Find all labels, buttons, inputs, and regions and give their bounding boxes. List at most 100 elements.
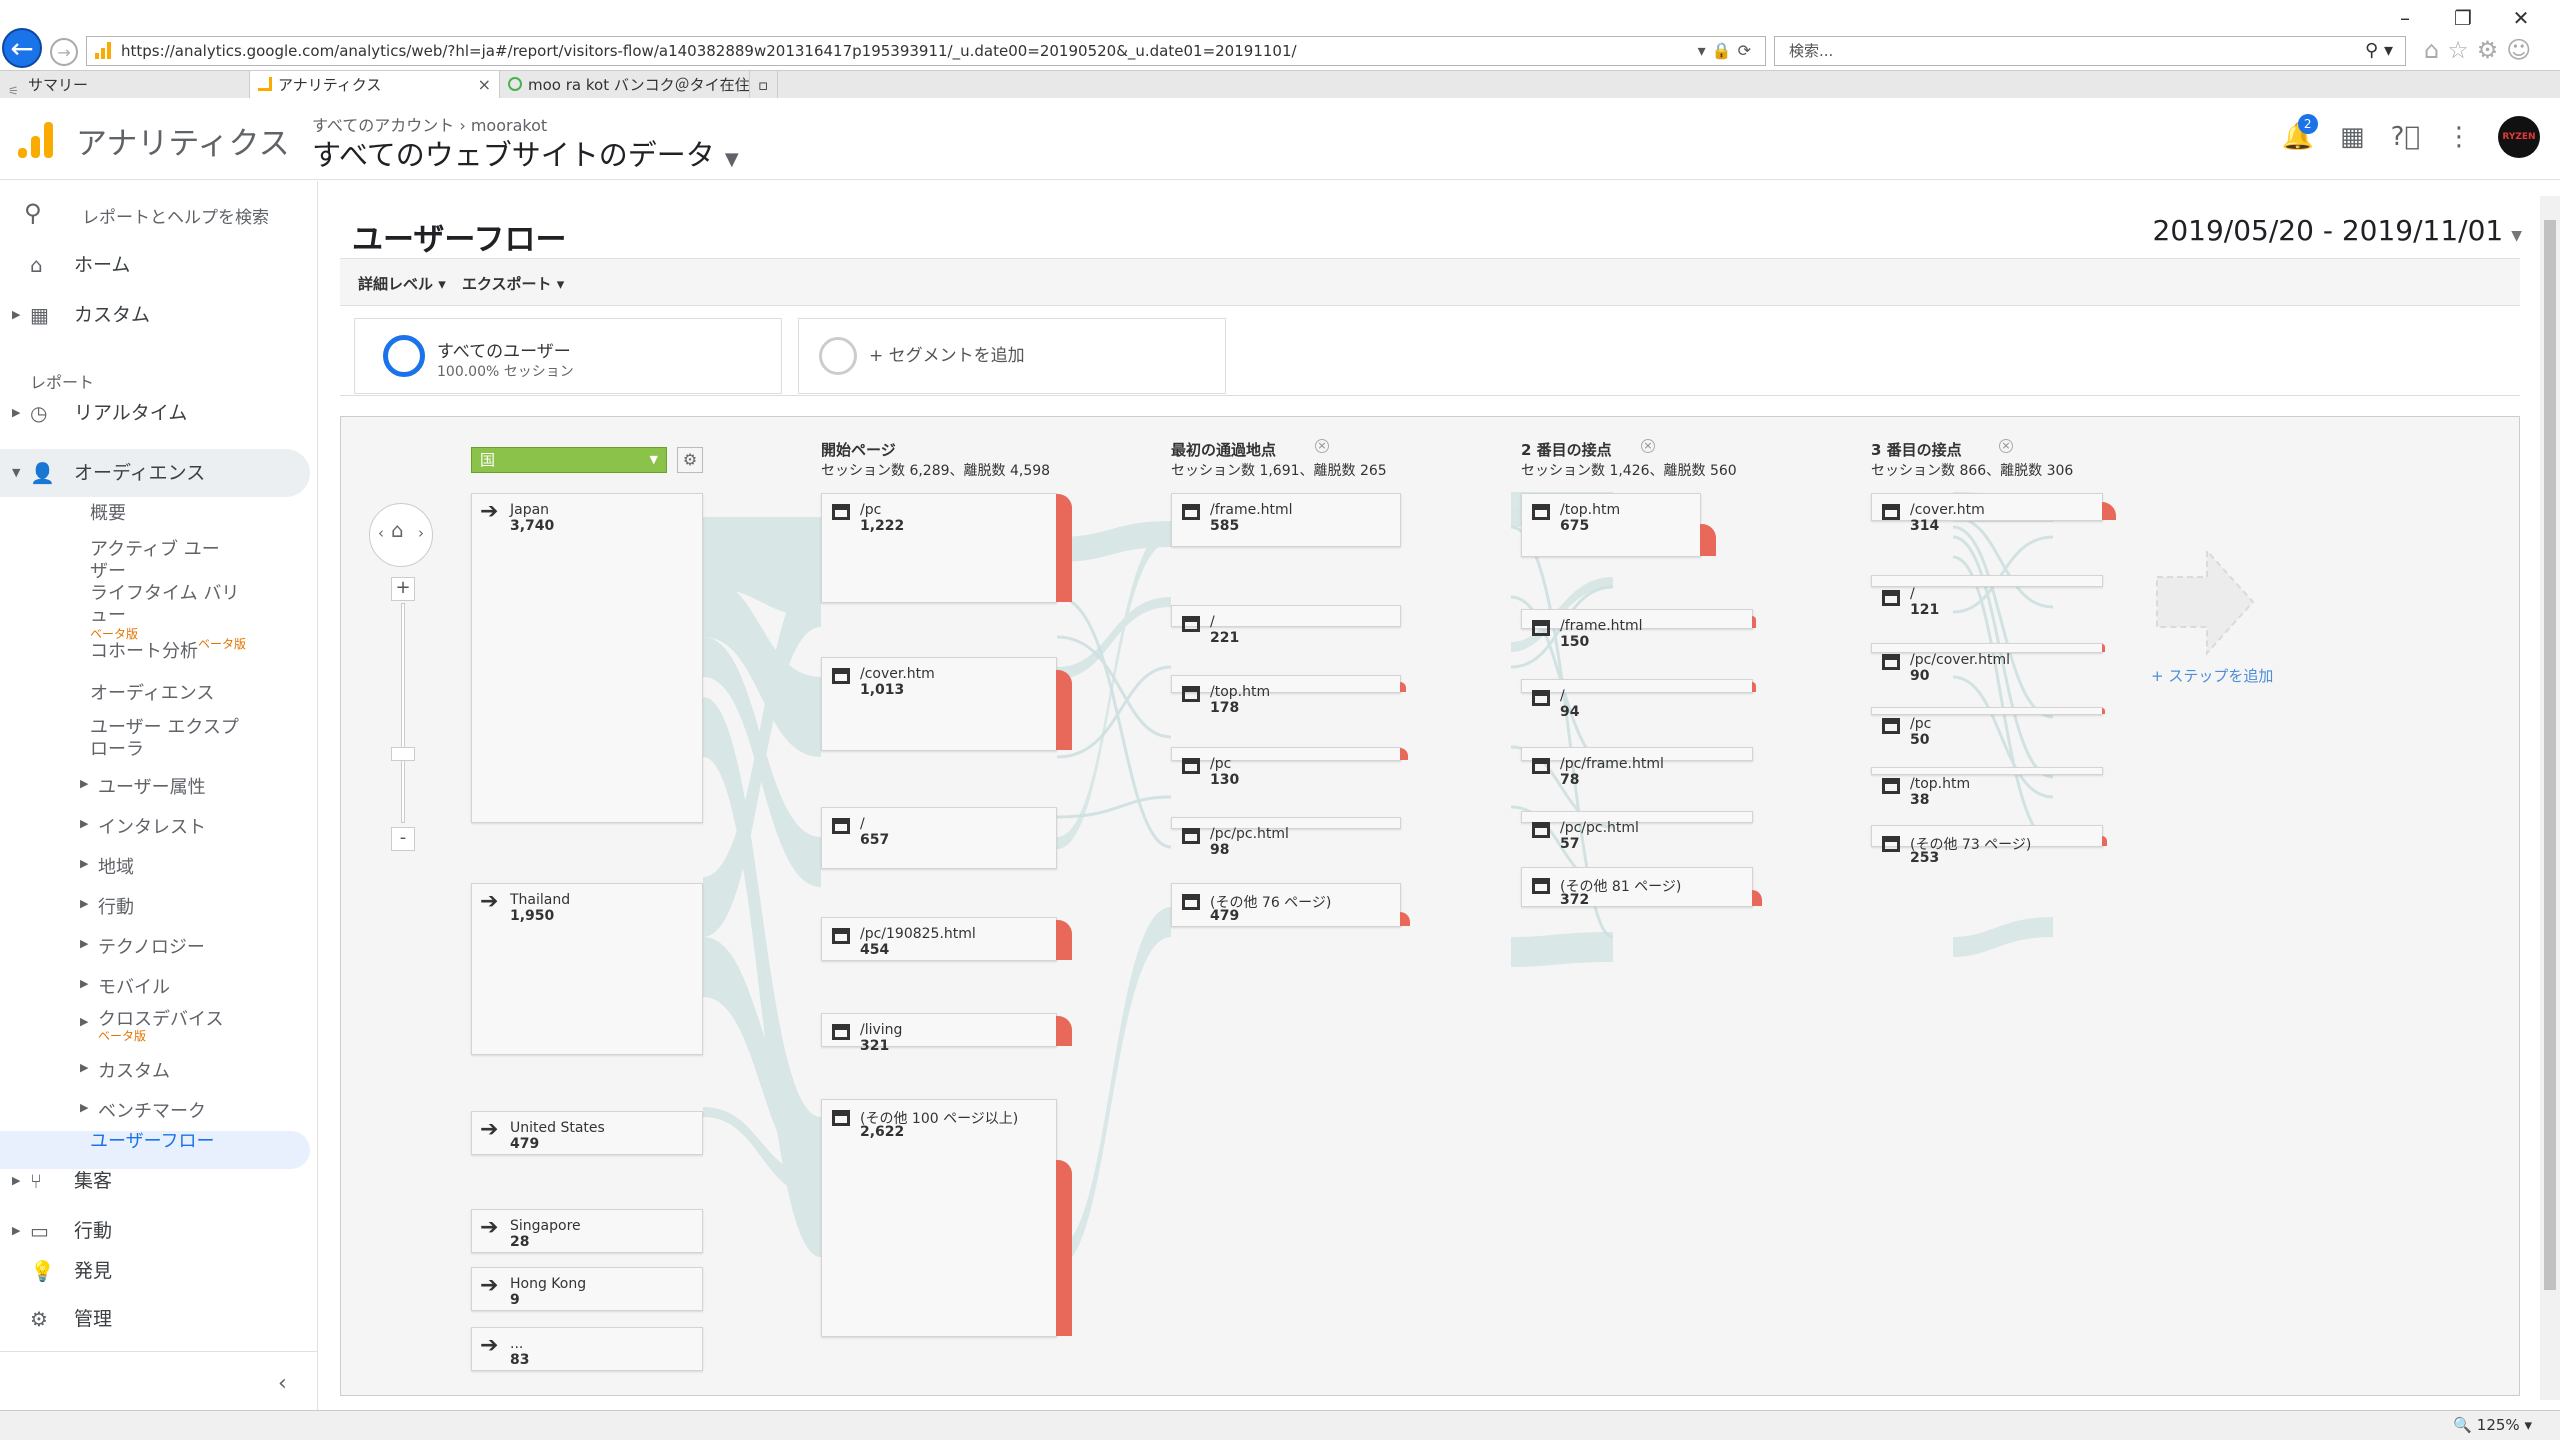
page-node[interactable]: /living 321: [821, 1013, 1072, 1054]
tab-analytics[interactable]: アナリティクス ×: [250, 71, 500, 99]
page-node[interactable]: /221: [1171, 605, 1401, 646]
sidebar-item-acquisition[interactable]: ▶ ⑂ 集客: [0, 1161, 310, 1201]
dropoff-bar[interactable]: [1056, 494, 1072, 602]
close-step-icon[interactable]: ×: [1315, 439, 1329, 453]
app-name[interactable]: アナリティクス: [76, 118, 290, 163]
sidebar-item-audience[interactable]: ▼ 👤 オーディエンス: [0, 453, 310, 493]
page-node[interactable]: (その他 76 ページ) 479: [1171, 883, 1410, 927]
forward-button[interactable]: →: [50, 38, 78, 66]
sidebar-item-custom[interactable]: ▶ ▦ カスタム: [0, 295, 310, 335]
page-node[interactable]: /pc/190825.html 454: [821, 917, 1072, 961]
address-bar[interactable]: https://analytics.google.com/analytics/w…: [86, 36, 1766, 66]
tab-blog[interactable]: moo ra kot バンコク＠タイ在住／...: [500, 71, 750, 99]
url-actions[interactable]: ▾🔒⟳: [1698, 37, 1757, 65]
page-icon: [1882, 718, 1900, 734]
country-node[interactable]: ➔ Hong Kong 9: [471, 1267, 703, 1311]
apps-grid-icon[interactable]: ▦: [2340, 122, 2365, 152]
page-node[interactable]: /pc/pc.html 98: [1171, 817, 1401, 858]
gear-icon: ⚙: [30, 1307, 48, 1331]
avatar[interactable]: RYZEN: [2498, 116, 2540, 158]
dimension-settings-gear-icon[interactable]: ⚙: [677, 447, 703, 473]
date-range-picker[interactable]: 2019/05/20 - 2019/11/01 ▼: [2153, 214, 2522, 247]
page-node[interactable]: /pc/frame.html 78: [1521, 747, 1753, 788]
page-node[interactable]: /cover.htm 1,013: [821, 657, 1072, 751]
pan-control[interactable]: ‹ ⌂ ›: [369, 503, 433, 567]
dropoff-bar[interactable]: [1056, 670, 1072, 750]
dropoff-bar[interactable]: [1056, 920, 1072, 960]
minimize-icon[interactable]: –: [2376, 0, 2434, 36]
close-step-icon[interactable]: ×: [1999, 439, 2013, 453]
add-step-arrow-icon[interactable]: [2153, 547, 2257, 657]
help-icon[interactable]: ?⃝: [2391, 122, 2420, 152]
page-node[interactable]: /pc/cover.html 90: [1871, 643, 2105, 684]
page-node[interactable]: /top.htm 675: [1521, 493, 1716, 557]
segment-all-users[interactable]: すべてのユーザー 100.00% セッション: [354, 318, 782, 394]
new-tab-button[interactable]: ▫: [752, 71, 778, 99]
country-node[interactable]: ➔ United States 479: [471, 1111, 703, 1155]
dropoff-bar[interactable]: [1056, 1160, 1072, 1336]
sidebar-item-realtime[interactable]: ▶ ◷ リアルタイム: [0, 393, 310, 433]
add-step-link[interactable]: + ステップを追加: [2151, 665, 2273, 686]
page-node[interactable]: (その他 81 ページ) 372: [1521, 867, 1762, 908]
page-node[interactable]: /94: [1521, 679, 1756, 720]
pan-right-icon[interactable]: ›: [418, 524, 424, 542]
dropoff-bar[interactable]: [1752, 682, 1756, 692]
analytics-logo-icon[interactable]: [18, 122, 54, 158]
export-menu[interactable]: エクスポート ▾: [462, 273, 564, 294]
notifications-bell-icon[interactable]: 🔔 2: [2282, 114, 2318, 152]
sidebar-item-admin[interactable]: ⚙ 管理: [0, 1299, 310, 1339]
page-node[interactable]: /pc 1,222: [821, 493, 1072, 603]
pan-left-icon[interactable]: ‹: [378, 524, 384, 542]
page-node[interactable]: (その他 73 ページ) 253: [1871, 825, 2107, 866]
collapse-sidebar-icon[interactable]: ‹: [278, 1371, 287, 1396]
dropoff-bar[interactable]: [1752, 616, 1756, 628]
back-button[interactable]: ←: [2, 28, 42, 68]
tab-summary[interactable]: ⚟ サマリー: [0, 71, 250, 99]
dropoff-bar[interactable]: [2102, 644, 2105, 652]
page-node[interactable]: /pc 50: [1871, 707, 2105, 748]
sidebar-item-behavior[interactable]: ▶ ▭ 行動: [0, 1211, 310, 1251]
page-node[interactable]: /657: [821, 807, 1057, 869]
country-node[interactable]: ➔ ... 83: [471, 1327, 703, 1371]
country-node[interactable]: ➔ Singapore 28: [471, 1209, 703, 1253]
page-node[interactable]: /top.htm 178: [1171, 675, 1406, 716]
page-node[interactable]: (その他 100 ページ以上) 2,622: [821, 1099, 1072, 1337]
close-tab-icon[interactable]: ×: [478, 71, 491, 99]
page-node[interactable]: /top.htm 38: [1871, 767, 2103, 808]
close-step-icon[interactable]: ×: [1641, 439, 1655, 453]
dropoff-bar[interactable]: [2102, 836, 2107, 846]
sidebar-item-discover[interactable]: 💡 発見: [0, 1251, 310, 1291]
browser-search-field[interactable]: 検索... ⚲ ▾: [1774, 36, 2406, 66]
add-segment-button[interactable]: + セグメントを追加: [798, 318, 1226, 394]
detail-level-menu[interactable]: 詳細レベル ▾: [358, 273, 446, 294]
page-node[interactable]: /frame.html 585: [1171, 493, 1401, 547]
search-icon[interactable]: ⚲ ▾: [2365, 37, 2393, 65]
restore-icon[interactable]: ❐: [2434, 0, 2492, 36]
flow-canvas[interactable]: 国 ▼ ⚙ 開始ページ セッション数 6,289、離脱数 4,598 最初の通過地点…: [340, 416, 2520, 1396]
sidebar-item-home[interactable]: ⌂ ホーム: [0, 245, 310, 285]
property-selector[interactable]: すべてのウェブサイトのデータ ▼: [312, 132, 739, 174]
page-node[interactable]: /121: [1871, 575, 2103, 618]
zoom-slider-thumb[interactable]: [391, 747, 415, 761]
scrollbar-thumb[interactable]: [2544, 220, 2556, 1290]
home-icon[interactable]: ⌂: [391, 518, 404, 542]
node-label: /: [1910, 586, 1915, 602]
zoom-out-button[interactable]: -: [391, 827, 415, 851]
page-node[interactable]: /pc/pc.html 57: [1521, 811, 1753, 852]
country-node[interactable]: ➔ Japan 3,740: [471, 493, 703, 823]
page-node[interactable]: /cover.htm 314: [1871, 493, 2116, 534]
more-vert-icon[interactable]: ⋮: [2446, 122, 2472, 152]
node-value: 130: [1210, 772, 1240, 788]
close-icon[interactable]: ✕: [2492, 0, 2550, 36]
page-scrollbar[interactable]: [2540, 196, 2560, 1400]
zoom-slider[interactable]: [401, 603, 405, 823]
zoom-in-button[interactable]: +: [391, 577, 415, 601]
page-node[interactable]: /frame.html 150: [1521, 609, 1756, 650]
country-node[interactable]: ➔ Thailand 1,950: [471, 883, 703, 1055]
page-node[interactable]: /pc 130: [1171, 747, 1408, 788]
dropoff-bar[interactable]: [2102, 708, 2105, 714]
page-icon: [1532, 620, 1550, 636]
toolbar-icons[interactable]: ⌂☆⚙☺: [2424, 36, 2539, 64]
zoom-level[interactable]: 🔍 125% ▾: [2453, 1416, 2532, 1434]
dimension-select[interactable]: 国 ▼: [471, 447, 667, 473]
